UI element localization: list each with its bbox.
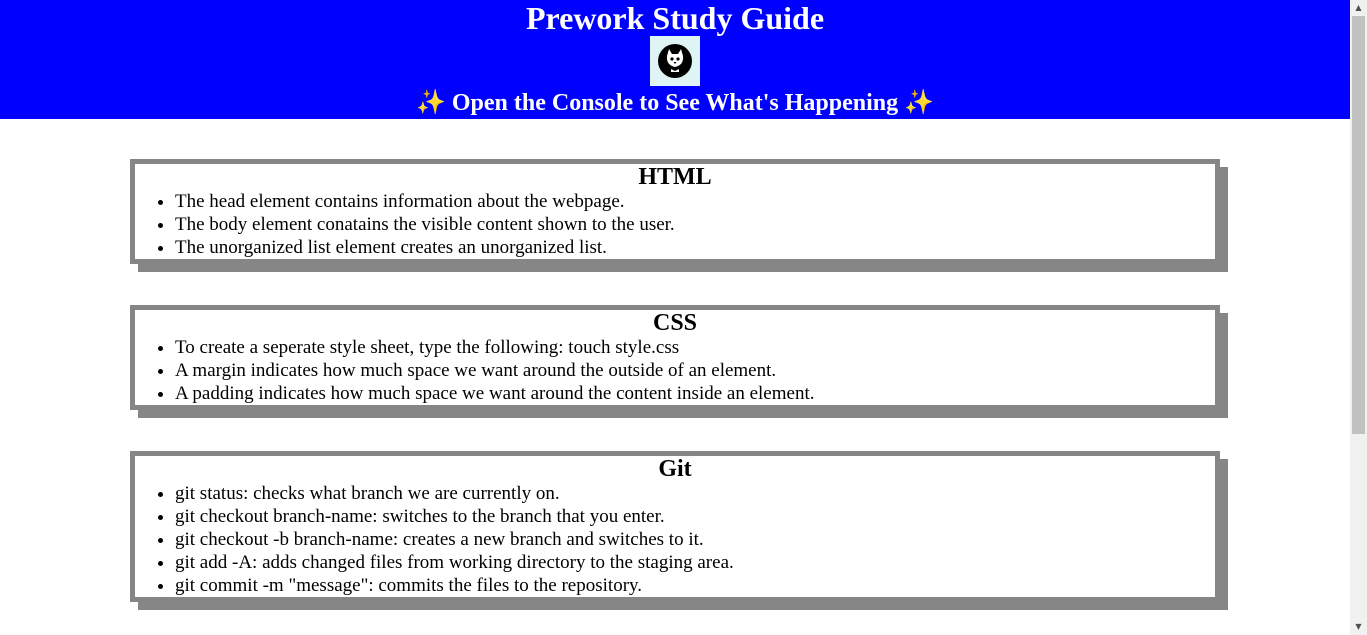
cat-avatar-icon <box>650 36 700 86</box>
list-item: A padding indicates how much space we wa… <box>175 382 1215 405</box>
section-title: Git <box>658 456 692 482</box>
section-list: The head element contains information ab… <box>135 190 1215 259</box>
section-css: CSS To create a seperate style sheet, ty… <box>130 305 1220 410</box>
scroll-up-arrow-icon[interactable]: ▲ <box>1350 0 1367 16</box>
list-item: git commit -m "message": commits the fil… <box>175 574 1215 597</box>
list-item: A margin indicates how much space we wan… <box>175 359 1215 382</box>
page-header: Prework Study Guide ✨ Open the Console t… <box>0 0 1350 119</box>
list-item: git status: checks what branch we are cu… <box>175 482 1215 505</box>
page-subtitle: ✨ Open the Console to See What's Happeni… <box>415 90 935 116</box>
section-list: To create a seperate style sheet, type t… <box>135 336 1215 405</box>
section-title: CSS <box>652 310 698 336</box>
section-list: git status: checks what branch we are cu… <box>135 482 1215 597</box>
list-item: git add -A: adds changed files from work… <box>175 551 1215 574</box>
page-title: Prework Study Guide <box>525 0 825 36</box>
list-item: git checkout branch-name: switches to th… <box>175 505 1215 528</box>
scrollbar-thumb[interactable] <box>1352 16 1365 434</box>
list-item: The body element conatains the visible c… <box>175 213 1215 236</box>
page: Prework Study Guide ✨ Open the Console t… <box>0 0 1350 635</box>
section-git: Git git status: checks what branch we ar… <box>130 451 1220 602</box>
list-item: To create a seperate style sheet, type t… <box>175 336 1215 359</box>
vertical-scrollbar[interactable]: ▲ ▼ <box>1350 0 1367 635</box>
list-item: The head element contains information ab… <box>175 190 1215 213</box>
list-item: The unorganized list element creates an … <box>175 236 1215 259</box>
section-html: HTML The head element contains informati… <box>130 159 1220 264</box>
list-item: git checkout -b branch-name: creates a n… <box>175 528 1215 551</box>
scroll-down-arrow-icon[interactable]: ▼ <box>1350 619 1367 635</box>
section-title: HTML <box>638 164 712 190</box>
